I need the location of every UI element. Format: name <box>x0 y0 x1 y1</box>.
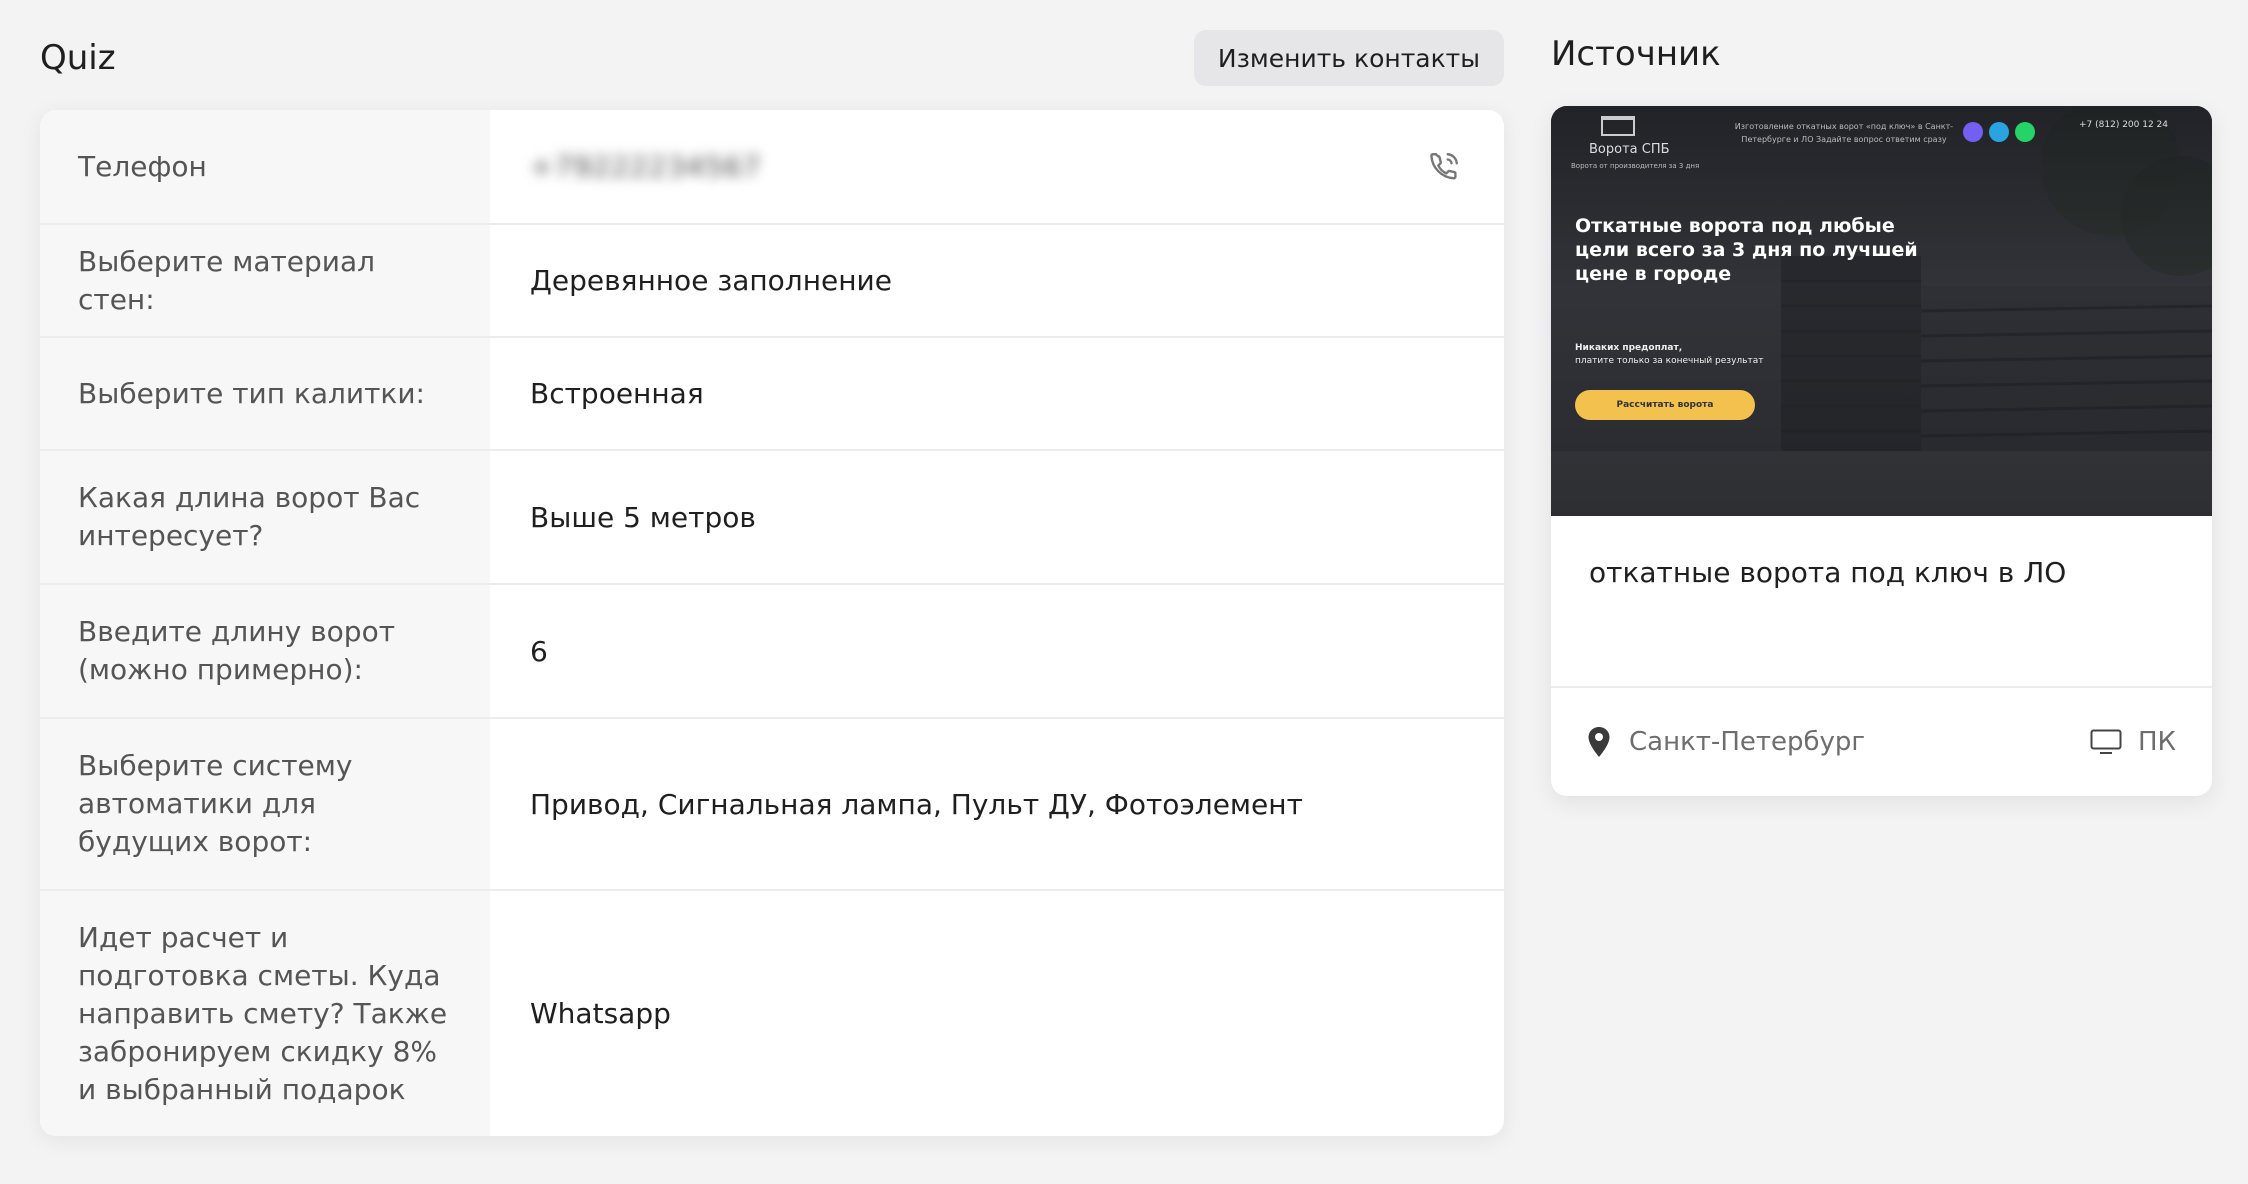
preview-phone: +7 (812) 200 12 24 <box>2079 120 2168 130</box>
table-row: Введите длину ворот (можно примерно): 6 <box>40 583 1504 717</box>
preview-brand-sub: Ворота от производителя за 3 дня <box>1571 162 1700 170</box>
quiz-panel: Quiz Изменить контакты Телефон +79222234… <box>40 28 1504 1136</box>
row-value: Деревянное заполнение <box>530 264 892 297</box>
row-label: Идет расчет и подготовка сметы. Куда нап… <box>40 891 490 1136</box>
table-row: Идет расчет и подготовка сметы. Куда нап… <box>40 889 1504 1136</box>
table-row: Выберите тип калитки: Встроенная <box>40 336 1504 449</box>
source-card: Ворота СПБ Ворота от производителя за 3 … <box>1551 106 2212 796</box>
source-meta: Санкт-Петербург ПК <box>1551 686 2212 796</box>
edit-contacts-button[interactable]: Изменить контакты <box>1193 30 1504 86</box>
location-text: Санкт-Петербург <box>1629 727 1866 757</box>
row-value: +79222234567 <box>490 110 1504 223</box>
row-label: Какая длина ворот Вас интересует? <box>40 451 490 583</box>
landing-page-preview[interactable]: Ворота СПБ Ворота от производителя за 3 … <box>1551 106 2212 516</box>
row-label: Выберите тип калитки: <box>40 338 490 449</box>
telegram-icon <box>1989 122 2009 142</box>
table-row: Какая длина ворот Вас интересует? Выше 5… <box>40 449 1504 583</box>
row-label: Телефон <box>40 110 490 223</box>
source-panel: Источник Ворота СПБ Ворота от производит… <box>1551 28 2212 796</box>
table-row: Телефон +79222234567 <box>40 110 1504 223</box>
row-value: Привод, Сигнальная лампа, Пульт ДУ, Фото… <box>530 787 1303 821</box>
row-value: Встроенная <box>530 377 704 410</box>
source-title: Источник <box>1551 34 1721 74</box>
device-text: ПК <box>2137 727 2176 757</box>
row-value: Whatsapp <box>530 997 671 1030</box>
preview-cta-button: Рассчитать ворота <box>1575 390 1755 420</box>
preview-note-text: платите только за конечный результат <box>1575 356 1764 366</box>
quiz-header: Quiz Изменить контакты <box>40 28 1504 110</box>
table-row: Выберите материал стен: Деревянное запол… <box>40 223 1504 336</box>
gate-logo-icon <box>1601 116 1635 136</box>
phone-number: +79222234567 <box>530 150 762 183</box>
quiz-answers-table: Телефон +79222234567 Выберите материал с… <box>40 110 1504 1136</box>
viber-icon <box>1963 122 1983 142</box>
quiz-title: Quiz <box>40 38 116 78</box>
location: Санкт-Петербург <box>1587 688 1865 796</box>
desktop-icon <box>2090 729 2122 754</box>
row-label: Выберите материал стен: <box>40 225 490 336</box>
preview-brand: Ворота СПБ <box>1589 142 1670 157</box>
location-pin-icon <box>1588 727 1610 757</box>
row-label: Введите длину ворот (можно примерно): <box>40 585 490 717</box>
preview-note: Никаких предоплат, платите только за кон… <box>1575 342 1763 368</box>
device: ПК <box>2090 688 2176 796</box>
row-value: 6 <box>530 634 548 668</box>
preview-topline: Изготовление откатных ворот «под ключ» в… <box>1734 122 1954 144</box>
preview-headline: Откатные ворота под любые цели всего за … <box>1575 215 1918 285</box>
preview-note-bold: Никаких предоплат, <box>1575 343 1683 353</box>
whatsapp-icon <box>2015 122 2035 142</box>
phone-call-icon[interactable] <box>1426 149 1462 185</box>
row-label: Выберите систему автоматики для будущих … <box>40 719 490 889</box>
table-row: Выберите систему автоматики для будущих … <box>40 717 1504 889</box>
campaign-name: откатные ворота под ключ в ЛО <box>1589 556 2067 589</box>
row-value: Выше 5 метров <box>530 500 756 534</box>
